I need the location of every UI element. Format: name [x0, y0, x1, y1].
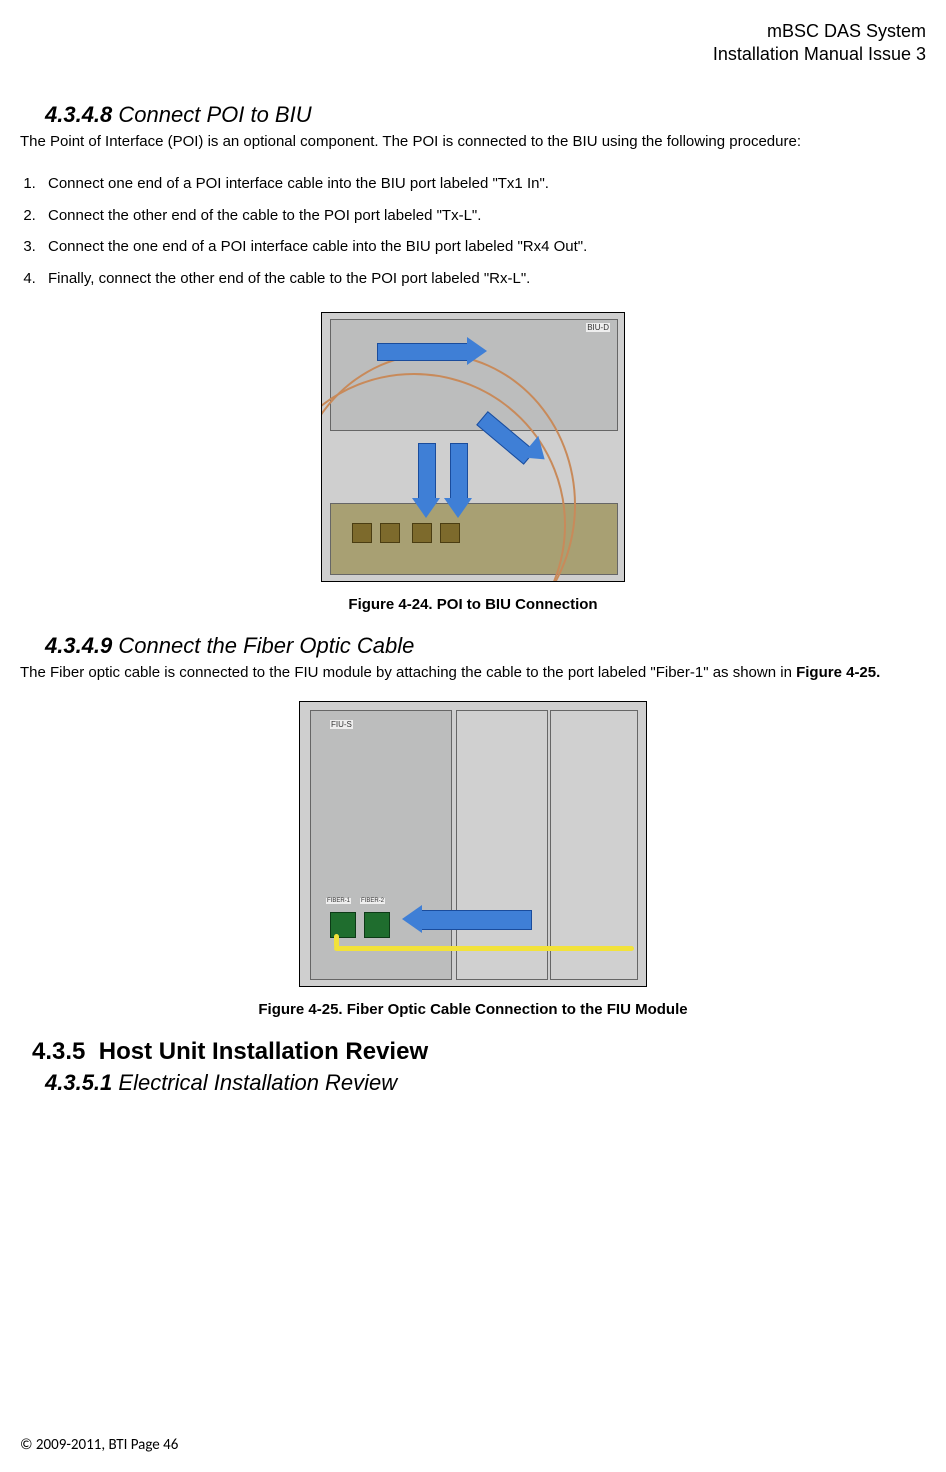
figure-4-25-caption: Figure 4-25. Fiber Optic Cable Connectio… — [20, 1001, 926, 1018]
fiber2-label: FIBER-2 — [360, 898, 385, 904]
section-4348-intro: The Point of Interface (POI) is an optio… — [20, 132, 926, 152]
section-title: Connect POI to BIU — [112, 102, 311, 127]
document-header: mBSC DAS System Installation Manual Issu… — [20, 20, 926, 67]
step-1: Connect one end of a POI interface cable… — [40, 168, 926, 200]
fiber1-label: FIBER-1 — [326, 898, 351, 904]
figure-4-25-image: FIU-S FIBER-1 FIBER-2 — [299, 701, 647, 987]
copyright-text: © 2009-2011, BTI Page — [20, 1436, 163, 1454]
section-4349-intro: The Fiber optic cable is connected to th… — [20, 663, 926, 683]
header-line1: mBSC DAS System — [20, 20, 926, 43]
header-line2: Installation Manual Issue 3 — [20, 43, 926, 66]
figure-4-24-image: BIU-D — [321, 312, 625, 582]
section-4349-heading: 4.3.4.9 Connect the Fiber Optic Cable — [45, 633, 926, 659]
page-number: 46 — [163, 1436, 178, 1454]
step-2: Connect the other end of the cable to th… — [40, 200, 926, 232]
section-number: 4.3.4.9 — [45, 633, 112, 658]
section-4348-steps: Connect one end of a POI interface cable… — [20, 168, 926, 294]
biu-label: BIU-D — [586, 323, 610, 332]
section-4351-heading: 4.3.5.1 Electrical Installation Review — [45, 1070, 926, 1096]
figure-4-24: BIU-D — [20, 312, 926, 586]
section-number: 4.3.5 — [32, 1038, 85, 1065]
section-title: Host Unit Installation Review — [99, 1038, 428, 1065]
section-435-heading: 4.3.5 Host Unit Installation Review — [32, 1038, 926, 1066]
section-number: 4.3.5.1 — [45, 1070, 112, 1095]
section-4348-heading: 4.3.4.8 Connect POI to BIU — [45, 102, 926, 128]
page-footer: © 2009-2011, BTI Page 46 — [20, 1436, 178, 1454]
figure-4-24-caption: Figure 4-24. POI to BIU Connection — [20, 596, 926, 613]
section-number: 4.3.4.8 — [45, 102, 112, 127]
step-3: Connect the one end of a POI interface c… — [40, 231, 926, 263]
section-title: Connect the Fiber Optic Cable — [112, 633, 414, 658]
figure-4-25: FIU-S FIBER-1 FIBER-2 — [20, 701, 926, 991]
intro-figure-ref: Figure 4-25. — [796, 664, 880, 681]
intro-text: The Fiber optic cable is connected to th… — [20, 664, 796, 681]
fiu-label: FIU-S — [330, 720, 353, 729]
section-title: Electrical Installation Review — [112, 1070, 397, 1095]
step-4: Finally, connect the other end of the ca… — [40, 263, 926, 295]
